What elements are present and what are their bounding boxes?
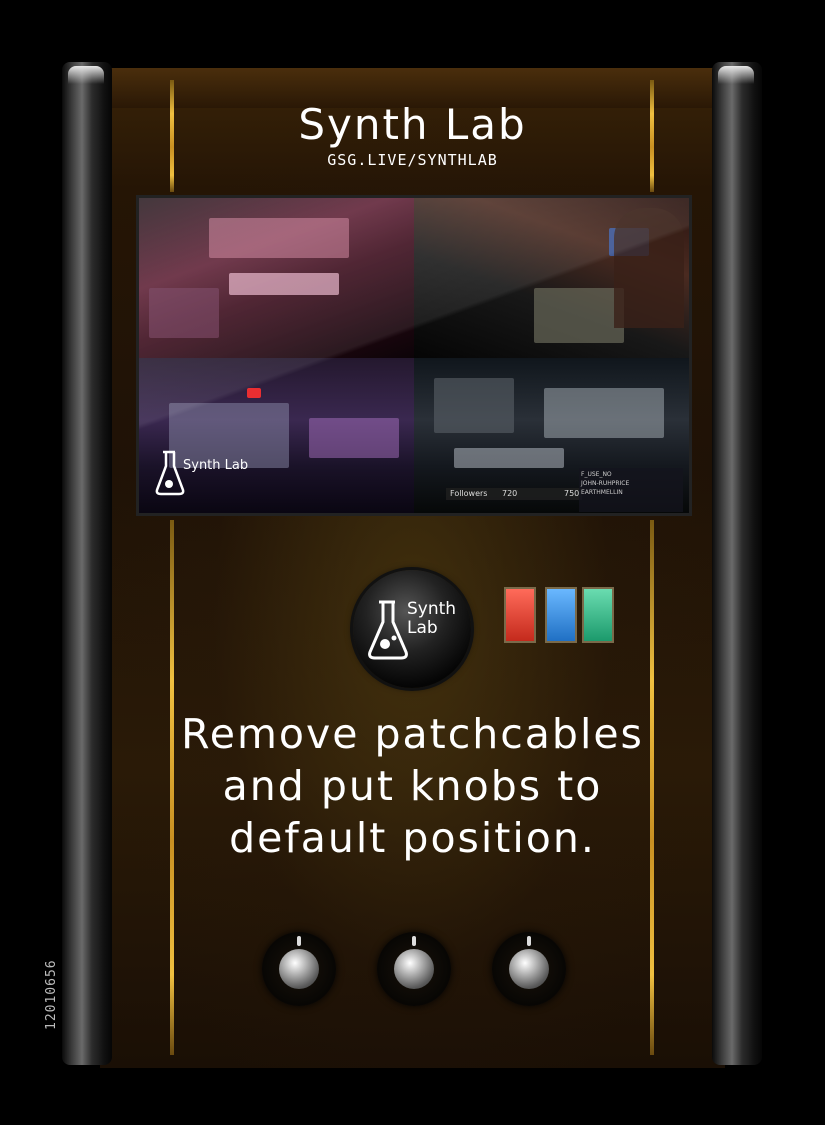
- synth-lab-card: Synth Lab GSG.LIVE/SYNTHLAB Synth Lab Fo…: [0, 0, 825, 1125]
- knob-cap: [394, 949, 434, 989]
- chat-line: F_USE_NO: [581, 471, 612, 478]
- synth-lab-logo-button[interactable]: Synth Lab: [353, 570, 471, 688]
- knob[interactable]: [262, 932, 336, 1006]
- red-switch[interactable]: [504, 587, 536, 643]
- flask-icon: [155, 450, 185, 496]
- chat-overlay: F_USE_NO JOHN-RUHPRICE EARTHMELLIN: [579, 468, 683, 512]
- card-id: 12010656: [44, 959, 59, 1030]
- card-url: GSG.LIVE/SYNTHLAB: [327, 151, 498, 169]
- followers-value-1: 720: [502, 489, 518, 498]
- watermark-logo-text: Synth Lab: [183, 458, 249, 473]
- chat-line: JOHN-RUHPRICE: [581, 480, 630, 487]
- knob-notch: [527, 936, 531, 946]
- instruction-text: Remove patchcables and put knobs to defa…: [181, 710, 644, 862]
- knob-cap: [509, 949, 549, 989]
- logo-button-text: Synth Lab: [407, 599, 457, 638]
- knob-cap: [279, 949, 319, 989]
- left-pillar: [62, 62, 112, 1065]
- knob-notch: [297, 936, 301, 946]
- followers-bar: Followers 720 750: [446, 488, 582, 500]
- card-title: Synth Lab: [298, 100, 527, 149]
- green-switch[interactable]: [582, 587, 614, 643]
- knob-notch: [412, 936, 416, 946]
- knob[interactable]: [492, 932, 566, 1006]
- pillar-highlight: [68, 66, 104, 84]
- stream-screenshot: Synth Lab Followers 720 750 F_USE_NO JOH…: [136, 195, 692, 516]
- chat-line: EARTHMELLIN: [581, 489, 623, 496]
- knob[interactable]: [377, 932, 451, 1006]
- right-pillar: [712, 62, 762, 1065]
- followers-label: Followers: [450, 489, 488, 498]
- pillar-highlight: [718, 66, 754, 84]
- followers-value-2: 750: [564, 489, 580, 498]
- blue-switch[interactable]: [545, 587, 577, 643]
